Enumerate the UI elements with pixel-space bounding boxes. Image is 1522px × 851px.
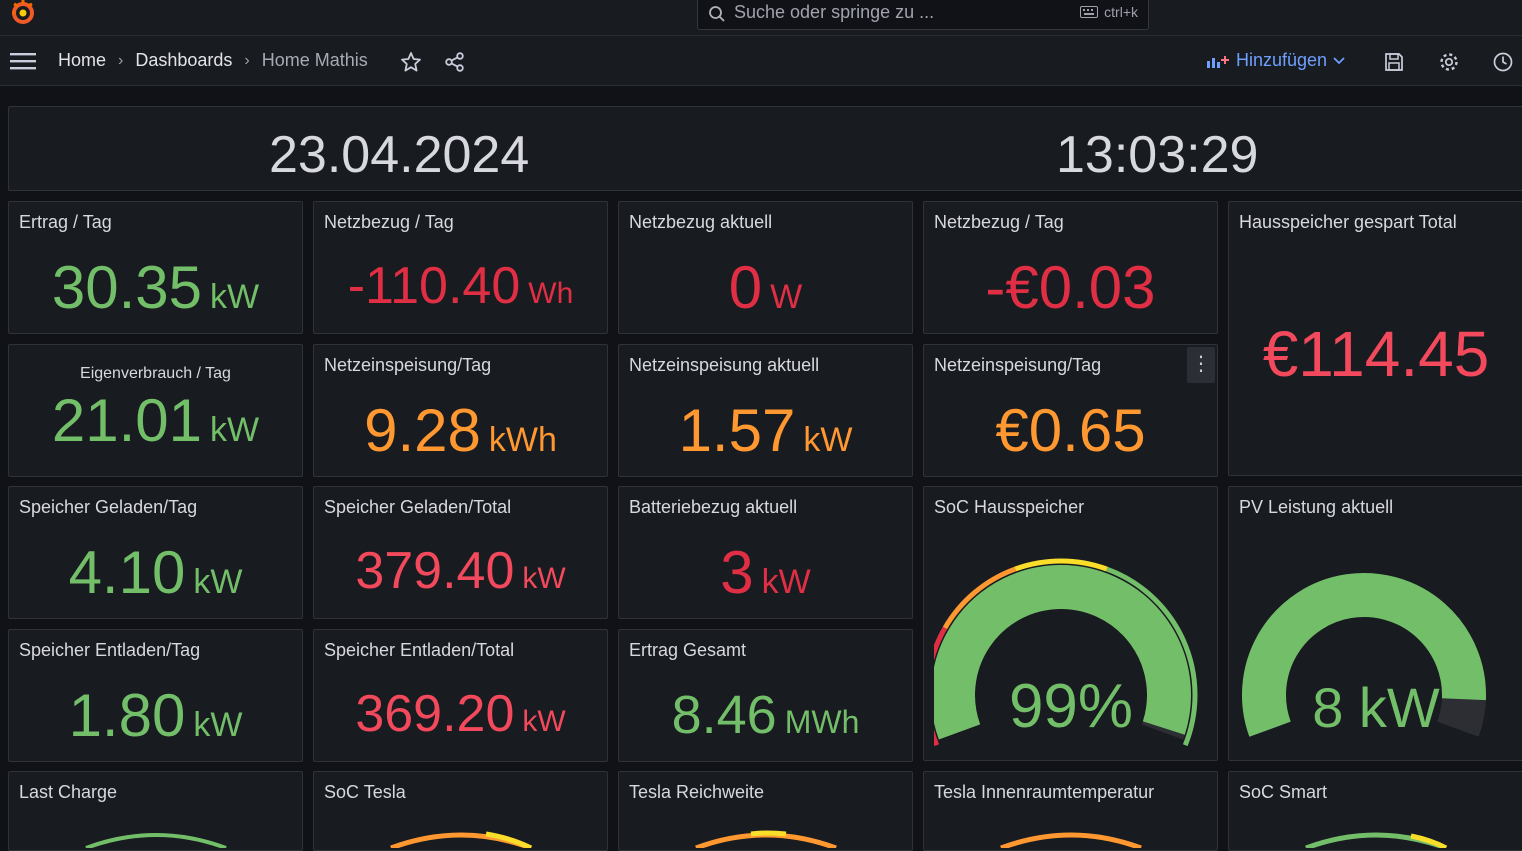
panel-netzeinspeisung-tag[interactable]: Netzeinspeisung/Tag 9.28 kWh <box>313 344 608 477</box>
panel-value: 3 kW <box>720 539 811 606</box>
panel-speicher-entladen-tag[interactable]: Speicher Entladen/Tag 1.80 kW <box>8 629 303 762</box>
panel-title: Speicher Entladen/Tag <box>19 640 201 660</box>
panel-value: 21.01 kW <box>51 387 260 454</box>
panel-value: -110.40 Wh <box>347 257 574 315</box>
panel-value: 0W <box>728 254 803 321</box>
breadcrumb-separator: › <box>118 51 124 69</box>
breadcrumb-home[interactable]: Home <box>58 50 106 71</box>
panel-last-charge[interactable]: Last Charge <box>8 771 303 851</box>
panel-tesla-temp[interactable]: Tesla Innenraumtemperatur <box>923 771 1218 851</box>
panel-title: SoC Smart <box>1239 782 1328 802</box>
panel-pv-leistung[interactable]: PV Leistung aktuell 8 kW <box>1228 486 1522 761</box>
panel-tesla-reichweite[interactable]: Tesla Reichweite <box>618 771 913 851</box>
datetime-panel: 23.04.2024 13:03:29 <box>8 106 1522 191</box>
panel-title: Netzbezug / Tag <box>934 212 1064 232</box>
gauge-arc <box>390 831 533 848</box>
breadcrumb: Home › Dashboards › Home Mathis <box>58 50 368 71</box>
panel-eigenverbrauch[interactable]: Eigenverbrauch / Tag 21.01 kW <box>8 344 303 477</box>
search-shortcut: ctrl+k <box>1080 4 1138 20</box>
breadcrumb-dashboards[interactable]: Dashboards <box>135 50 232 71</box>
panel-title: Speicher Geladen/Tag <box>19 497 198 517</box>
panel-soc-tesla[interactable]: SoC Tesla <box>313 771 608 851</box>
panel-ertrag-gesamt[interactable]: Ertrag Gesamt 8.46 MWh <box>618 629 913 762</box>
breadcrumb-separator: › <box>244 51 250 69</box>
soc-hausspeicher-gauge: 99% <box>934 558 1198 747</box>
gauge-arc <box>695 830 837 848</box>
menu-icon[interactable] <box>10 52 36 70</box>
panel-title: Last Charge <box>19 782 118 802</box>
panel-ertrag-tag[interactable]: Ertrag / Tag 30.35 kW <box>8 201 303 334</box>
gear-icon[interactable] <box>1438 51 1460 73</box>
panel-title: Speicher Geladen/Total <box>324 497 512 517</box>
panel-speicher-entladen-total[interactable]: Speicher Entladen/Total 369.20 kW <box>313 629 608 762</box>
panel-title: SoC Tesla <box>324 782 406 802</box>
search-placeholder: Suche oder springe zu ... <box>734 2 935 22</box>
panel-value: €114.45 <box>1262 318 1490 390</box>
panel-value: 1.57 kW <box>678 397 853 464</box>
save-icon[interactable] <box>1383 51 1405 73</box>
search-icon <box>709 6 725 22</box>
panel-speicher-geladen-tag[interactable]: Speicher Geladen/Tag 4.10 kW <box>8 486 303 619</box>
panel-title: Netzbezug aktuell <box>629 212 773 232</box>
panel-title: Netzeinspeisung/Tag <box>324 355 492 375</box>
panel-value: 1.80 kW <box>68 682 243 749</box>
date-display: 23.04.2024 <box>269 126 530 184</box>
clock-icon[interactable] <box>1492 51 1514 73</box>
keyboard-icon <box>1080 6 1099 18</box>
chevron-down-icon <box>1333 56 1345 64</box>
star-icon[interactable] <box>400 51 422 73</box>
panel-value: 30.35 kW <box>51 254 260 321</box>
grafana-logo-icon[interactable] <box>8 0 38 28</box>
add-button[interactable]: Hinzufügen <box>1206 50 1345 71</box>
panel-value: 9.28 kWh <box>364 397 557 464</box>
panel-title: Tesla Innenraumtemperatur <box>934 782 1155 802</box>
panel-value: 8.46 MWh <box>671 685 860 745</box>
panel-title: PV Leistung aktuell <box>1239 497 1394 517</box>
share-icon[interactable] <box>444 51 466 73</box>
panel-title: SoC Hausspeicher <box>934 497 1085 517</box>
time-display: 13:03:29 <box>1056 126 1259 184</box>
panel-speicher-geladen-total[interactable]: Speicher Geladen/Total 379.40 kW <box>313 486 608 619</box>
panel-value: -€0.03 <box>985 254 1156 321</box>
panel-title: Hausspeicher gespart Total <box>1239 212 1457 232</box>
panel-value: 369.20 kW <box>355 685 566 743</box>
panel-title: Batteriebezug aktuell <box>629 497 798 517</box>
panel-soc-smart[interactable]: SoC Smart <box>1228 771 1522 851</box>
panel-batteriebezug[interactable]: Batteriebezug aktuell 3 kW <box>618 486 913 619</box>
gauge-arc <box>1000 832 1142 848</box>
panel-soc-hausspeicher[interactable]: SoC Hausspeicher 99% <box>923 486 1218 761</box>
shortcut-label: ctrl+k <box>1104 4 1138 20</box>
panel-value: 4.10 kW <box>68 539 243 606</box>
gauge-value: 8 kW <box>1312 676 1440 739</box>
panel-netzeinspeisung-tag-eur[interactable]: Netzeinspeisung/Tag ⋮ €0.65 <box>923 344 1218 477</box>
panel-title: Netzeinspeisung/Tag <box>934 355 1102 375</box>
panel-title: Eigenverbrauch / Tag <box>80 365 231 382</box>
panel-menu-button[interactable]: ⋮ <box>1187 347 1215 383</box>
nav-bar: Home › Dashboards › Home Mathis Hinzufüg… <box>0 36 1522 86</box>
panel-netzeinspeisung-aktuell[interactable]: Netzeinspeisung aktuell 1.57 kW <box>618 344 913 477</box>
panel-title: Ertrag Gesamt <box>629 640 747 660</box>
top-bar: Suche oder springe zu ... ctrl+k <box>0 0 1522 36</box>
panel-title: Tesla Reichweite <box>629 782 765 802</box>
panel-title: Netzbezug / Tag <box>324 212 454 232</box>
panel-netzbezug-aktuell[interactable]: Netzbezug aktuell 0W <box>618 201 913 334</box>
breadcrumb-current: Home Mathis <box>261 50 368 70</box>
panel-hausspeicher-total[interactable]: Hausspeicher gespart Total €114.45 <box>1228 201 1522 476</box>
gauge-arc <box>1305 832 1448 848</box>
panel-title: Ertrag / Tag <box>19 212 112 232</box>
search-input[interactable]: Suche oder springe zu ... ctrl+k <box>697 0 1149 30</box>
pv-leistung-gauge: 8 kW <box>1242 573 1486 739</box>
add-button-label: Hinzufügen <box>1236 50 1328 70</box>
panel-netzbezug-tag-eur[interactable]: Netzbezug / Tag -€0.03 <box>923 201 1218 334</box>
panel-netzbezug-tag[interactable]: Netzbezug / Tag -110.40 Wh <box>313 201 608 334</box>
gauge-value: 99% <box>1009 672 1133 741</box>
add-panel-icon <box>1207 55 1229 68</box>
panel-title: Netzeinspeisung aktuell <box>629 355 820 375</box>
panel-value: 379.40 kW <box>355 542 566 600</box>
panel-title: Speicher Entladen/Total <box>324 640 515 660</box>
panel-value: €0.65 <box>995 397 1146 464</box>
gauge-arc <box>85 833 227 848</box>
